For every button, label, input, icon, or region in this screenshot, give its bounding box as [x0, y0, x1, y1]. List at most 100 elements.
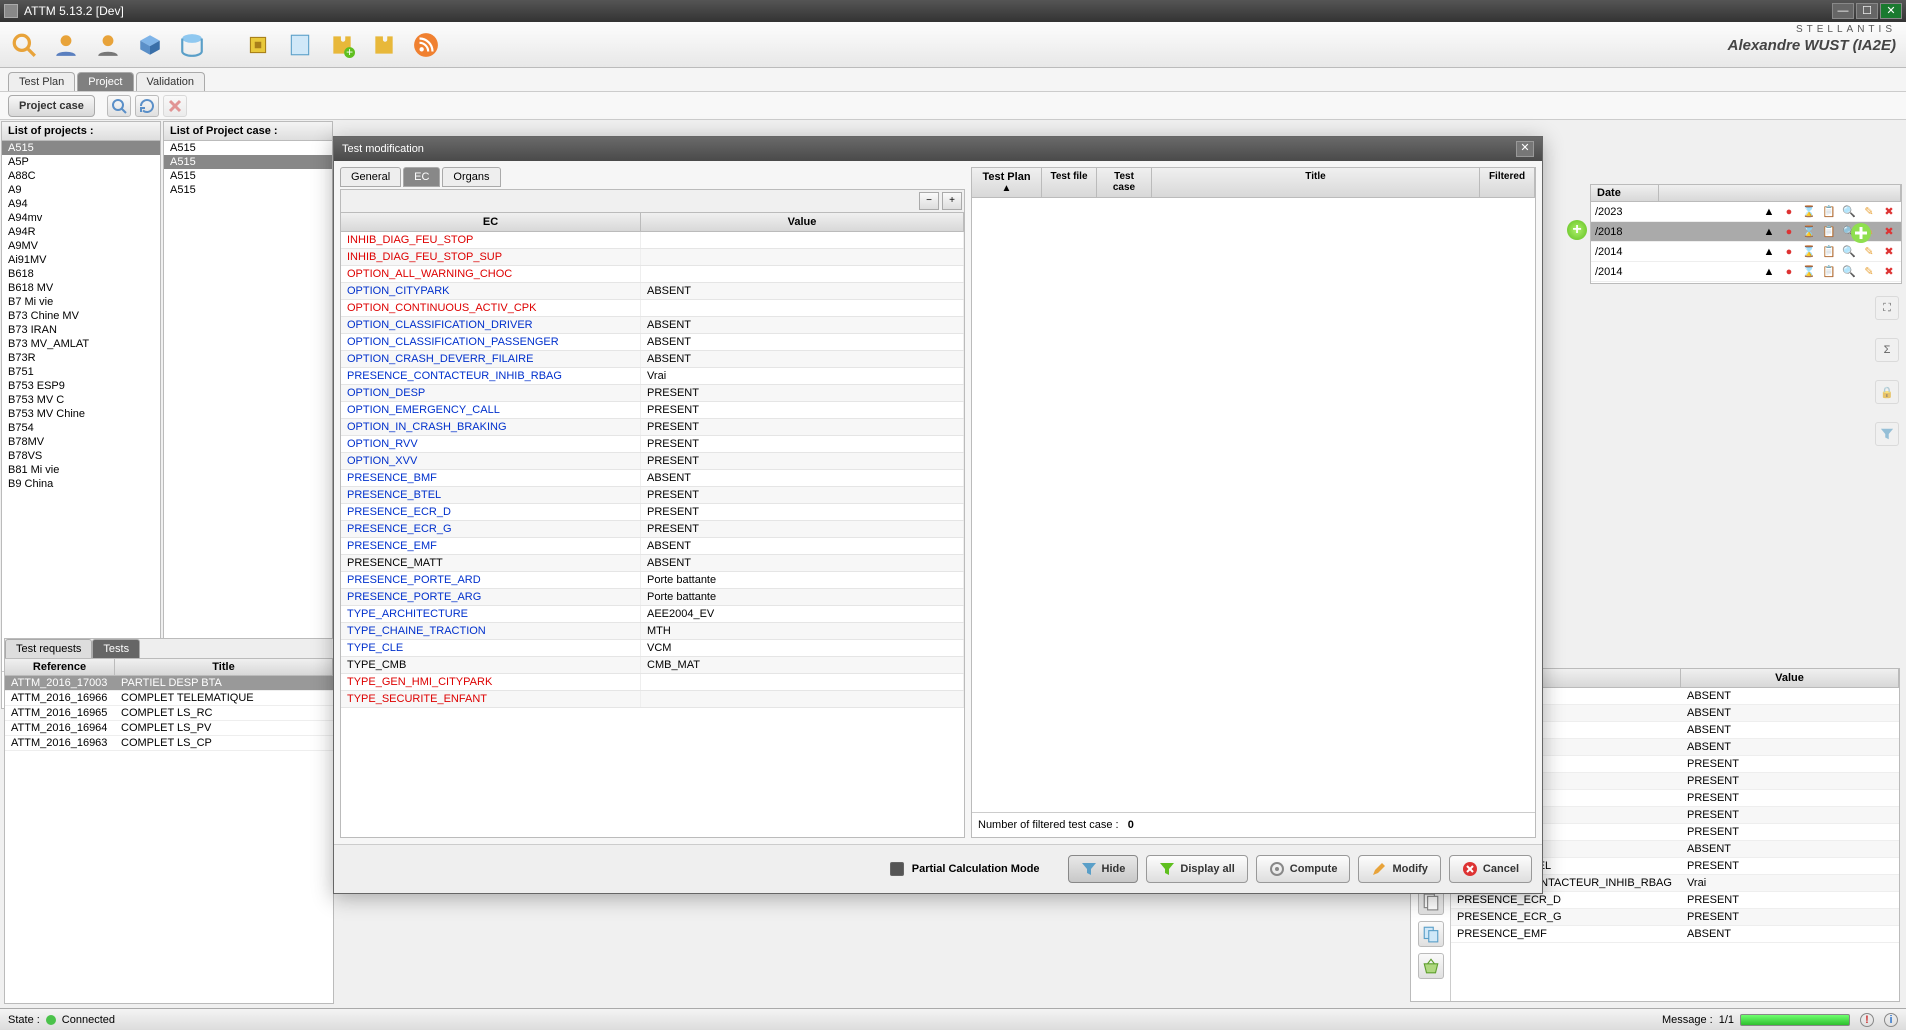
project-item[interactable]: B81 Mi vie — [2, 463, 160, 477]
date-col-header[interactable]: Date — [1591, 185, 1659, 201]
ec-row[interactable]: PRESENCE_PORTE_ARDPorte battante — [341, 572, 964, 589]
tests-col-title[interactable]: Title — [115, 659, 333, 675]
project-item[interactable]: B7 Mi vie — [2, 295, 160, 309]
ec-row[interactable]: PRESENCE_BTELPRESENT — [341, 487, 964, 504]
value-row[interactable]: PRESENCE_EMFABSENT — [1451, 926, 1899, 943]
value-col-value[interactable]: Value — [1681, 669, 1899, 687]
ec-row[interactable]: OPTION_RVVPRESENT — [341, 436, 964, 453]
refresh-icon[interactable] — [135, 95, 159, 117]
user2-icon[interactable] — [92, 29, 124, 61]
tab-test-requests[interactable]: Test requests — [5, 639, 92, 658]
ec-row[interactable]: OPTION_CLASSIFICATION_DRIVERABSENT — [341, 317, 964, 334]
ec-row[interactable]: TYPE_CMBCMB_MAT — [341, 657, 964, 674]
project-item[interactable]: B73R — [2, 351, 160, 365]
puzzle-icon[interactable] — [368, 29, 400, 61]
tests-col-reference[interactable]: Reference — [5, 659, 115, 675]
modal-tab-organs[interactable]: Organs — [442, 167, 500, 187]
maximize-button[interactable]: ☐ — [1856, 3, 1878, 19]
ec-row[interactable]: INHIB_DIAG_FEU_STOP — [341, 232, 964, 249]
ec-row[interactable]: PRESENCE_CONTACTEUR_INHIB_RBAGVrai — [341, 368, 964, 385]
add-date-button-outer[interactable] — [1850, 222, 1872, 247]
tab-testplan[interactable]: Test Plan — [8, 72, 75, 91]
test-row[interactable]: ATTM_2016_16965COMPLET LS_RC — [5, 706, 333, 721]
box-icon[interactable] — [134, 29, 166, 61]
project-item[interactable]: B78VS — [2, 449, 160, 463]
case-item[interactable]: A515 — [164, 183, 332, 197]
partial-mode-checkbox[interactable] — [890, 862, 904, 876]
modify-button[interactable]: Modify — [1358, 855, 1440, 883]
project-item[interactable]: B9 China — [2, 477, 160, 491]
value-copy-icon[interactable] — [1418, 921, 1444, 947]
project-item[interactable]: A515 — [2, 141, 160, 155]
side-filter-icon[interactable] — [1875, 422, 1899, 446]
cancel-button[interactable]: Cancel — [1449, 855, 1532, 883]
user-icon[interactable] — [50, 29, 82, 61]
note-icon[interactable] — [284, 29, 316, 61]
case-item[interactable]: A515 — [164, 155, 332, 169]
minimize-button[interactable]: — — [1832, 3, 1854, 19]
project-item[interactable]: B618 — [2, 267, 160, 281]
tab-validation[interactable]: Validation — [136, 72, 206, 91]
project-item[interactable]: A9 — [2, 183, 160, 197]
project-item[interactable]: A88C — [2, 169, 160, 183]
hide-button[interactable]: Hide — [1068, 855, 1139, 883]
ec-row[interactable]: OPTION_IN_CRASH_BRAKINGPRESENT — [341, 419, 964, 436]
value-basket-icon[interactable] — [1418, 953, 1444, 979]
project-item[interactable]: B753 MV C — [2, 393, 160, 407]
project-item[interactable]: B618 MV — [2, 281, 160, 295]
side-lock-icon[interactable]: 🔒 — [1875, 380, 1899, 404]
value-col-header[interactable]: Value — [641, 213, 964, 231]
ec-row[interactable]: PRESENCE_MATTABSENT — [341, 555, 964, 572]
ec-row[interactable]: PRESENCE_PORTE_ARGPorte battante — [341, 589, 964, 606]
status-info-icon[interactable]: i — [1884, 1013, 1898, 1027]
ec-row[interactable]: OPTION_CRASH_DEVERR_FILAIREABSENT — [341, 351, 964, 368]
project-item[interactable]: B753 ESP9 — [2, 379, 160, 393]
cases-list[interactable]: A515A515A515A515 — [164, 141, 332, 708]
case-item[interactable]: A515 — [164, 141, 332, 155]
ec-row[interactable]: TYPE_SECURITE_ENFANT — [341, 691, 964, 708]
ec-table-body[interactable]: INHIB_DIAG_FEU_STOPINHIB_DIAG_FEU_STOP_S… — [341, 232, 964, 837]
search-icon[interactable] — [8, 29, 40, 61]
date-row[interactable]: /2014▲●⌛📋🔍✎✖ — [1591, 262, 1901, 282]
project-item[interactable]: A94R — [2, 225, 160, 239]
test-row[interactable]: ATTM_2016_16966COMPLET TELEMATIQUE — [5, 691, 333, 706]
case-item[interactable]: A515 — [164, 169, 332, 183]
ec-col-header[interactable]: EC — [341, 213, 641, 231]
col-filtered[interactable]: Filtered — [1480, 168, 1535, 197]
value-row[interactable]: PRESENCE_ECR_GPRESENT — [1451, 909, 1899, 926]
col-testplan[interactable]: Test Plan ▲ — [972, 168, 1042, 197]
collapse-button[interactable]: − — [919, 192, 939, 210]
tab-tests[interactable]: Tests — [92, 639, 140, 658]
puzzle-plus-icon[interactable]: + — [326, 29, 358, 61]
add-date-button[interactable]: + — [1567, 220, 1587, 240]
project-item[interactable]: A94 — [2, 197, 160, 211]
modal-tab-general[interactable]: General — [340, 167, 401, 187]
projects-list[interactable]: A515A5PA88CA9A94A94mvA94RA9MVAi91MVB618B… — [2, 141, 160, 671]
project-item[interactable]: B751 — [2, 365, 160, 379]
ec-row[interactable]: TYPE_CHAINE_TRACTIONMTH — [341, 623, 964, 640]
ec-row[interactable]: OPTION_CITYPARKABSENT — [341, 283, 964, 300]
side-expand-icon[interactable]: ⛶ — [1875, 296, 1899, 320]
database-icon[interactable] — [176, 29, 208, 61]
col-testcase[interactable]: Test case — [1097, 168, 1152, 197]
subtab-project-case[interactable]: Project case — [8, 95, 95, 117]
rss-icon[interactable] — [410, 29, 442, 61]
ec-row[interactable]: TYPE_CLEVCM — [341, 640, 964, 657]
ec-row[interactable]: INHIB_DIAG_FEU_STOP_SUP — [341, 249, 964, 266]
ec-row[interactable]: OPTION_CLASSIFICATION_PASSENGERABSENT — [341, 334, 964, 351]
ec-row[interactable]: OPTION_CONTINUOUS_ACTIV_CPK — [341, 300, 964, 317]
ec-row[interactable]: OPTION_EMERGENCY_CALLPRESENT — [341, 402, 964, 419]
test-row[interactable]: ATTM_2016_16963COMPLET LS_CP — [5, 736, 333, 751]
expand-button[interactable]: + — [942, 192, 962, 210]
tab-project[interactable]: Project — [77, 72, 133, 91]
zoom-icon[interactable] — [107, 95, 131, 117]
ec-row[interactable]: OPTION_DESPPRESENT — [341, 385, 964, 402]
project-item[interactable]: A94mv — [2, 211, 160, 225]
dialog-close-button[interactable]: ✕ — [1516, 141, 1534, 157]
project-item[interactable]: A9MV — [2, 239, 160, 253]
project-item[interactable]: Ai91MV — [2, 253, 160, 267]
status-error-icon[interactable]: ! — [1860, 1013, 1874, 1027]
compute-button[interactable]: Compute — [1256, 855, 1351, 883]
project-item[interactable]: B753 MV Chine — [2, 407, 160, 421]
ec-row[interactable]: PRESENCE_EMFABSENT — [341, 538, 964, 555]
